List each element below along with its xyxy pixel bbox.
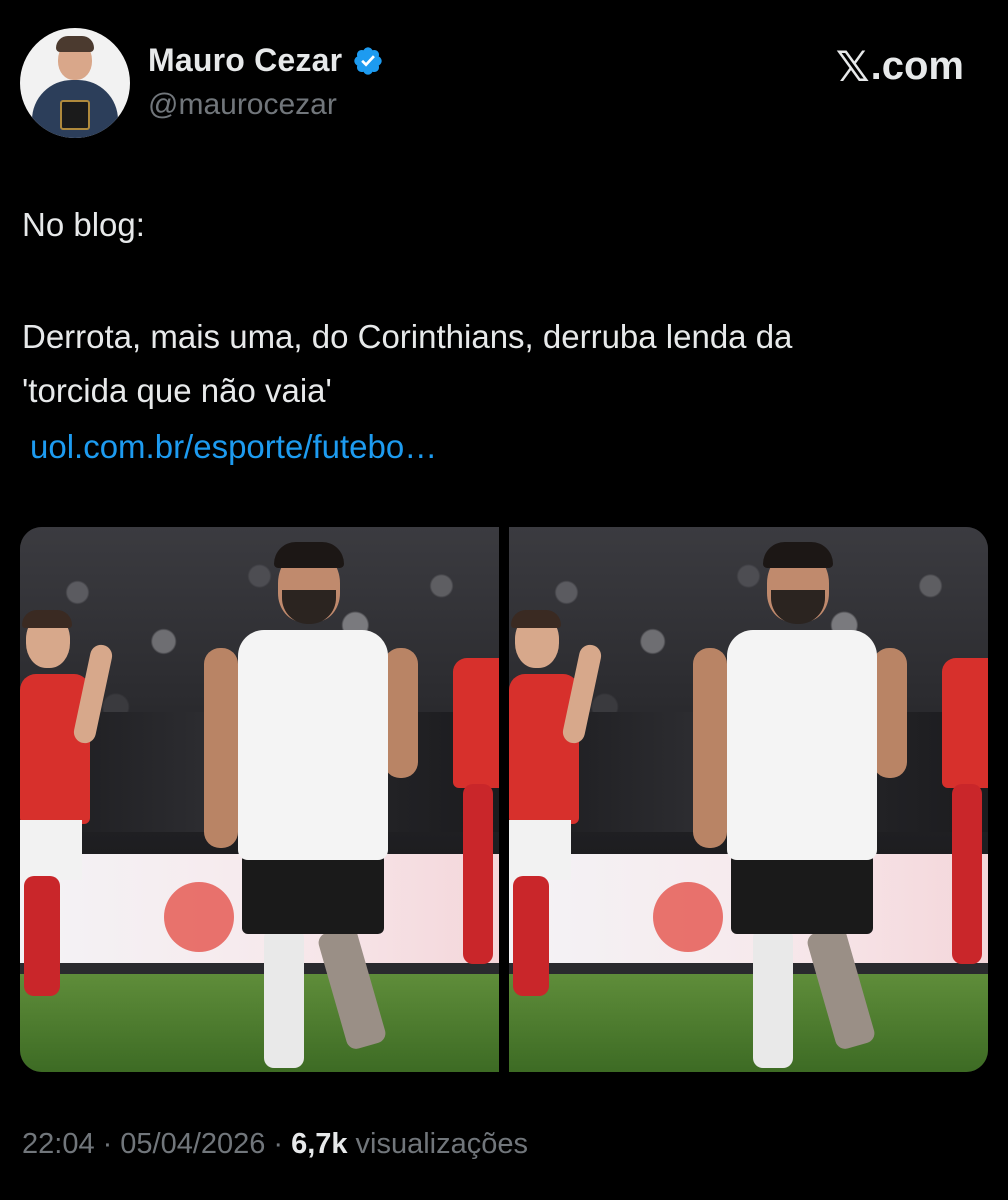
post-time[interactable]: 22:04 <box>22 1128 95 1161</box>
media-grid <box>20 527 988 1072</box>
views-label: visualizações <box>355 1128 529 1160</box>
author-handle[interactable]: @maurocezar <box>148 88 337 122</box>
avatar[interactable] <box>20 28 130 138</box>
meta-separator: · <box>102 1128 113 1160</box>
avatar-figure-hair <box>56 36 94 52</box>
views-count[interactable]: 6,7k <box>291 1128 347 1161</box>
author-name[interactable]: Mauro Cezar <box>148 42 342 79</box>
meta-separator: · <box>273 1128 284 1160</box>
media-photo[interactable] <box>509 527 988 1072</box>
post-date[interactable]: 05/04/2026 <box>120 1128 265 1161</box>
post-meta: 22:04 · 05/04/2026 · 6,7k visualizações <box>22 1128 528 1161</box>
photo-opponent-player <box>20 610 115 1050</box>
photo-opponent-player <box>509 610 604 1050</box>
photo-main-player <box>692 538 907 1068</box>
x-logo: 𝕏 .com <box>836 42 964 91</box>
photo-main-player <box>203 538 418 1068</box>
x-icon: 𝕏 <box>835 42 870 91</box>
photo-opponent-player <box>429 657 499 1040</box>
post-text-line: 'torcida que não vaia' <box>22 372 332 409</box>
photo-opponent-player <box>918 657 988 1040</box>
brand-suffix: .com <box>870 44 964 88</box>
tweet-header: Mauro Cezar @maurocezar 𝕏 .com <box>20 28 988 138</box>
post-text-line: Derrota, mais uma, do Corinthians, derru… <box>22 318 793 355</box>
post-link[interactable]: uol.com.br/esporte/futebo… <box>30 424 437 470</box>
verified-badge-icon <box>354 46 382 75</box>
post-text-line: No blog: <box>22 206 145 243</box>
media-photo[interactable] <box>20 527 499 1072</box>
name-row: Mauro Cezar <box>148 42 384 79</box>
avatar-trophy <box>60 100 90 130</box>
